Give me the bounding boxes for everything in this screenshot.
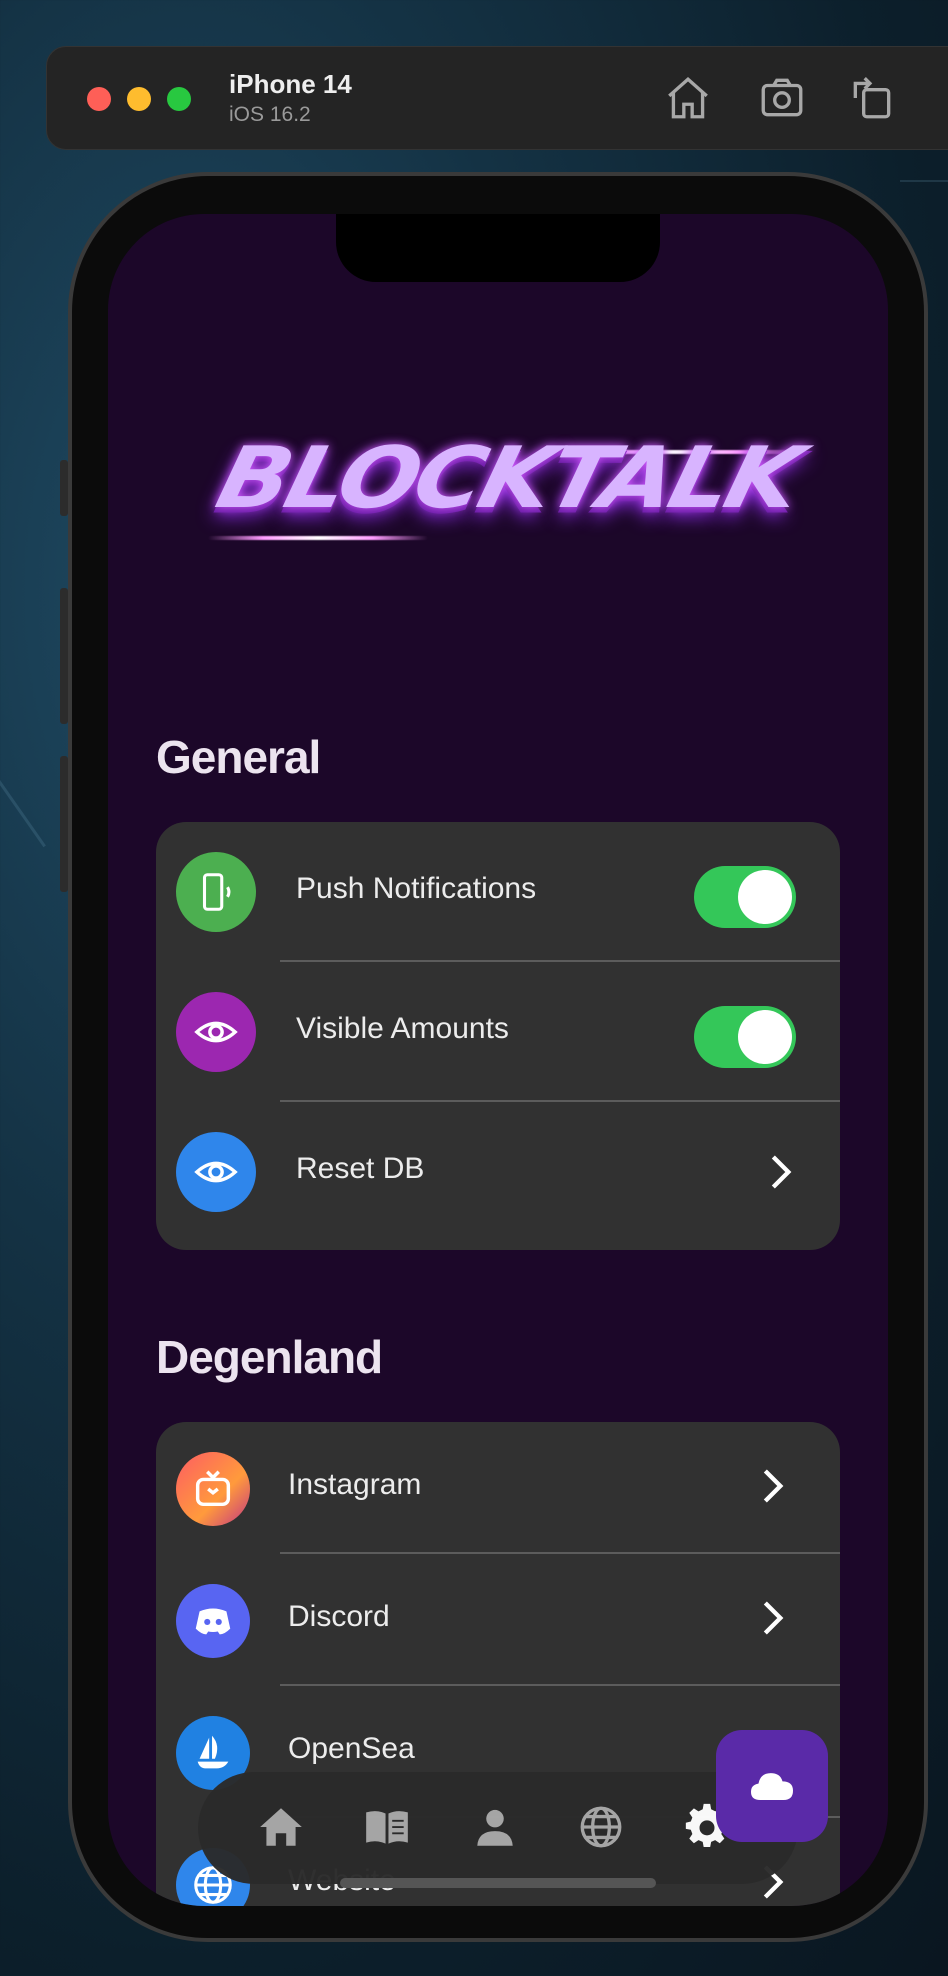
person-icon[interactable] (470, 1802, 520, 1852)
mute-switch (60, 460, 68, 516)
chevron-right-icon (752, 1598, 792, 1638)
rotate-icon[interactable] (847, 73, 897, 123)
chevron-right-icon (752, 1466, 792, 1506)
general-card: Push Notifications Visible Amounts Reset… (156, 822, 840, 1250)
discord-icon (176, 1584, 250, 1658)
visible-amounts-toggle[interactable] (694, 1006, 796, 1068)
wallpaper-stroke (0, 780, 46, 848)
simulator-toolbar: iPhone 14 iOS 16.2 (46, 46, 948, 150)
eye-icon (176, 1132, 256, 1212)
instagram-row[interactable]: Instagram (156, 1422, 840, 1554)
row-label: OpenSea (288, 1732, 415, 1765)
logo-flare (208, 536, 428, 540)
globe-icon[interactable] (576, 1802, 626, 1852)
screenshot-icon[interactable] (757, 73, 807, 123)
wallpaper-stroke (900, 180, 948, 182)
home-indicator (340, 1878, 656, 1888)
instagram-tv-icon (176, 1452, 250, 1526)
toggle-knob (738, 870, 792, 924)
row-label: Discord (288, 1600, 390, 1633)
chevron-right-icon (760, 1152, 800, 1192)
reset-db-row[interactable]: Reset DB (156, 1102, 840, 1242)
row-label: Reset DB (296, 1152, 425, 1185)
row-label: Instagram (288, 1468, 422, 1501)
visible-amounts-row[interactable]: Visible Amounts (156, 962, 840, 1102)
home-icon[interactable] (256, 1802, 306, 1852)
app-screen: BLOCKTALK General Push Notifications Vis… (108, 214, 888, 1906)
section-title-general: General (156, 731, 321, 783)
home-icon[interactable] (663, 73, 713, 123)
push-notifications-row[interactable]: Push Notifications (156, 822, 840, 962)
toggle-knob (738, 1010, 792, 1064)
row-label: Push Notifications (296, 872, 537, 905)
os-version: iOS 16.2 (229, 103, 311, 126)
device-name: iPhone 14 (229, 69, 352, 99)
discord-row[interactable]: Discord (156, 1554, 840, 1686)
row-label: Visible Amounts (296, 1012, 509, 1045)
book-icon[interactable] (362, 1802, 412, 1852)
blocktalk-logo: BLOCKTALK (208, 424, 808, 554)
logo-text: BLOCKTALK (207, 429, 809, 528)
bottom-tab-bar (198, 1772, 798, 1884)
volume-down-button (60, 756, 68, 892)
section-title-degenland: Degenland (156, 1331, 383, 1383)
volume-up-button (60, 588, 68, 724)
close-window-button[interactable] (87, 87, 111, 111)
eye-icon (176, 992, 256, 1072)
cloud-fab-button[interactable] (716, 1730, 828, 1842)
cloud-icon (751, 1773, 793, 1800)
minimize-window-button[interactable] (127, 87, 151, 111)
zoom-window-button[interactable] (167, 87, 191, 111)
push-notifications-toggle[interactable] (694, 866, 796, 928)
phone-vibrate-icon (176, 852, 256, 932)
notch (336, 214, 660, 282)
